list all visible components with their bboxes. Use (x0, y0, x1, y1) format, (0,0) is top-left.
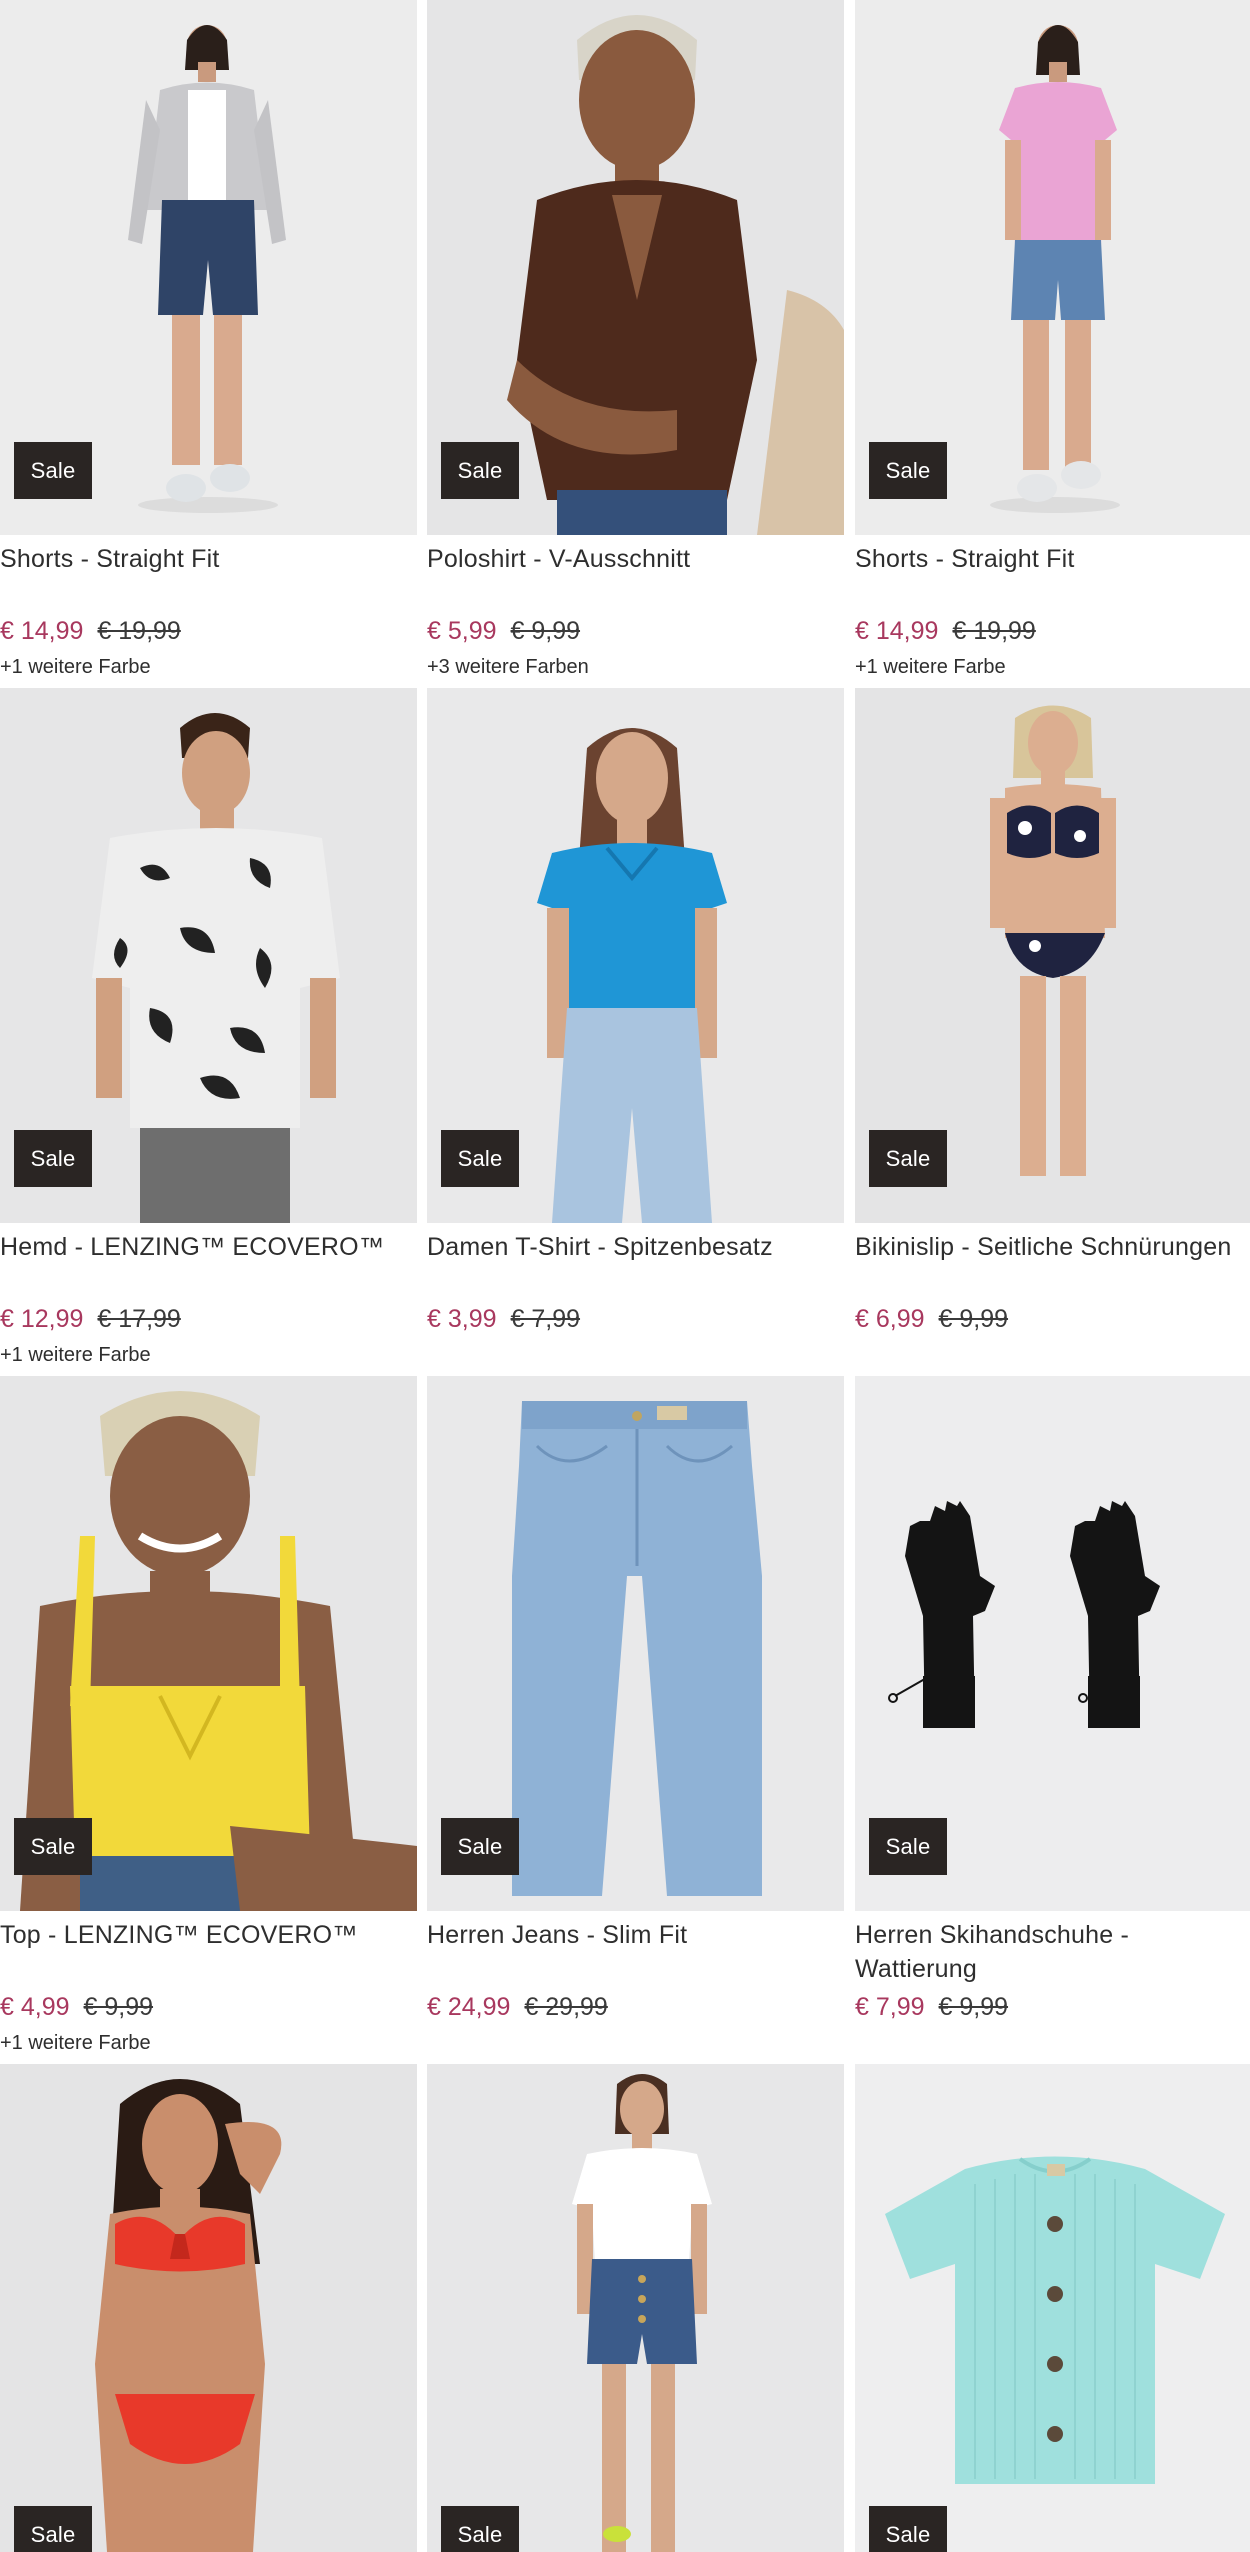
sale-badge: Sale (869, 2506, 947, 2552)
original-price: € 29,99 (524, 1993, 608, 2021)
product-image[interactable]: Sale (0, 2064, 417, 2552)
original-price: € 7,99 (510, 1305, 581, 1333)
product-title[interactable]: Poloshirt - V-Ausschnitt (427, 542, 844, 576)
product-image[interactable]: Sale (0, 688, 417, 1223)
product-title[interactable]: Herren Skihandschuhe - Wattierung (855, 1918, 1250, 1986)
sale-badge: Sale (869, 1818, 947, 1875)
product-prices: € 5,99 € 9,99 (427, 614, 580, 648)
product-image[interactable]: Sale (0, 1376, 417, 1911)
sale-badge: Sale (14, 1818, 92, 1875)
sale-price: € 3,99 (427, 1305, 497, 1333)
product-image[interactable]: Sale (427, 1376, 844, 1911)
sale-badge: Sale (441, 1130, 519, 1187)
sale-badge: Sale (441, 1818, 519, 1875)
sale-price: € 14,99 (0, 617, 84, 645)
more-colors-label[interactable]: +3 weitere Farben (427, 654, 589, 680)
sale-badge: Sale (14, 1130, 92, 1187)
product-image[interactable]: Sale (855, 0, 1250, 535)
sale-badge: Sale (869, 442, 947, 499)
product-card[interactable]: Sale Top - LENZING™ ECOVERO™ € 4,99 € 9,9… (0, 1376, 417, 2054)
sale-badge: Sale (441, 2506, 519, 2552)
sale-price: € 6,99 (855, 1305, 925, 1333)
product-image[interactable]: Sale (855, 688, 1250, 1223)
sale-badge: Sale (14, 442, 92, 499)
product-card[interactable]: Sale Bikinislip - Seitliche Schnürungen … (855, 688, 1250, 1366)
product-title[interactable]: Hemd - LENZING™ ECOVERO™ (0, 1230, 417, 1264)
sale-price: € 4,99 (0, 1993, 70, 2021)
product-prices: € 24,99 € 29,99 (427, 1990, 608, 2024)
more-colors-label[interactable]: +1 weitere Farbe (0, 2030, 151, 2056)
product-prices: € 3,99 € 7,99 (427, 1302, 580, 1336)
original-price: € 9,99 (938, 1305, 1009, 1333)
sale-price: € 14,99 (855, 617, 939, 645)
product-title[interactable]: Top - LENZING™ ECOVERO™ (0, 1918, 417, 1952)
product-prices: € 14,99 € 19,99 (855, 614, 1036, 648)
product-image[interactable]: Sale (0, 0, 417, 535)
product-card[interactable]: Sale Shorts - Straight Fit € 14,99 € 19,9… (855, 0, 1250, 678)
product-title[interactable]: Shorts - Straight Fit (0, 542, 417, 576)
original-price: € 9,99 (510, 617, 581, 645)
more-colors-label[interactable]: +1 weitere Farbe (0, 654, 151, 680)
original-price: € 19,99 (952, 617, 1036, 645)
original-price: € 17,99 (97, 1305, 181, 1333)
more-colors-label[interactable]: +1 weitere Farbe (855, 654, 1006, 680)
product-title[interactable]: Herren Jeans - Slim Fit (427, 1918, 844, 1952)
product-grid: Sale Shorts - Straight Fit € 14,99 € 19,9… (0, 0, 1250, 2552)
sale-price: € 12,99 (0, 1305, 84, 1333)
product-image[interactable]: Sale (427, 688, 844, 1223)
product-image[interactable]: Sale (855, 1376, 1250, 1911)
product-prices: € 7,99 € 9,99 (855, 1990, 1008, 2024)
product-card[interactable]: Sale Shorts - Straight Fit € 14,99 € 19,9… (0, 0, 417, 678)
product-prices: € 12,99 € 17,99 (0, 1302, 181, 1336)
sale-badge: Sale (441, 442, 519, 499)
product-title[interactable]: Bikinislip - Seitliche Schnürungen (855, 1230, 1250, 1264)
product-card[interactable]: Sale (427, 2064, 844, 2552)
sale-price: € 7,99 (855, 1993, 925, 2021)
original-price: € 9,99 (938, 1993, 1009, 2021)
product-card[interactable]: Sale Herren Skihandschuhe - Wattierung €… (855, 1376, 1250, 2054)
product-card[interactable]: Sale (855, 2064, 1250, 2552)
original-price: € 9,99 (83, 1993, 154, 2021)
product-image[interactable]: Sale (427, 0, 844, 535)
product-card[interactable]: Sale Hemd - LENZING™ ECOVERO™ € 12,99 € 1… (0, 688, 417, 1366)
product-prices: € 4,99 € 9,99 (0, 1990, 153, 2024)
product-title[interactable]: Damen T-Shirt - Spitzenbesatz (427, 1230, 844, 1264)
sale-price: € 5,99 (427, 617, 497, 645)
product-card[interactable]: Sale Herren Jeans - Slim Fit € 24,99 € 29… (427, 1376, 844, 2054)
sale-price: € 24,99 (427, 1993, 511, 2021)
product-image[interactable]: Sale (427, 2064, 844, 2552)
product-title[interactable]: Shorts - Straight Fit (855, 542, 1250, 576)
product-prices: € 6,99 € 9,99 (855, 1302, 1008, 1336)
original-price: € 19,99 (97, 617, 181, 645)
product-card[interactable]: Sale Poloshirt - V-Ausschnitt € 5,99 € 9,… (427, 0, 844, 678)
product-card[interactable]: Sale Damen T-Shirt - Spitzenbesatz € 3,9… (427, 688, 844, 1366)
product-card[interactable]: Sale (0, 2064, 417, 2552)
product-image[interactable]: Sale (855, 2064, 1250, 2552)
sale-badge: Sale (14, 2506, 92, 2552)
more-colors-label[interactable]: +1 weitere Farbe (0, 1342, 151, 1368)
product-prices: € 14,99 € 19,99 (0, 614, 181, 648)
sale-badge: Sale (869, 1130, 947, 1187)
